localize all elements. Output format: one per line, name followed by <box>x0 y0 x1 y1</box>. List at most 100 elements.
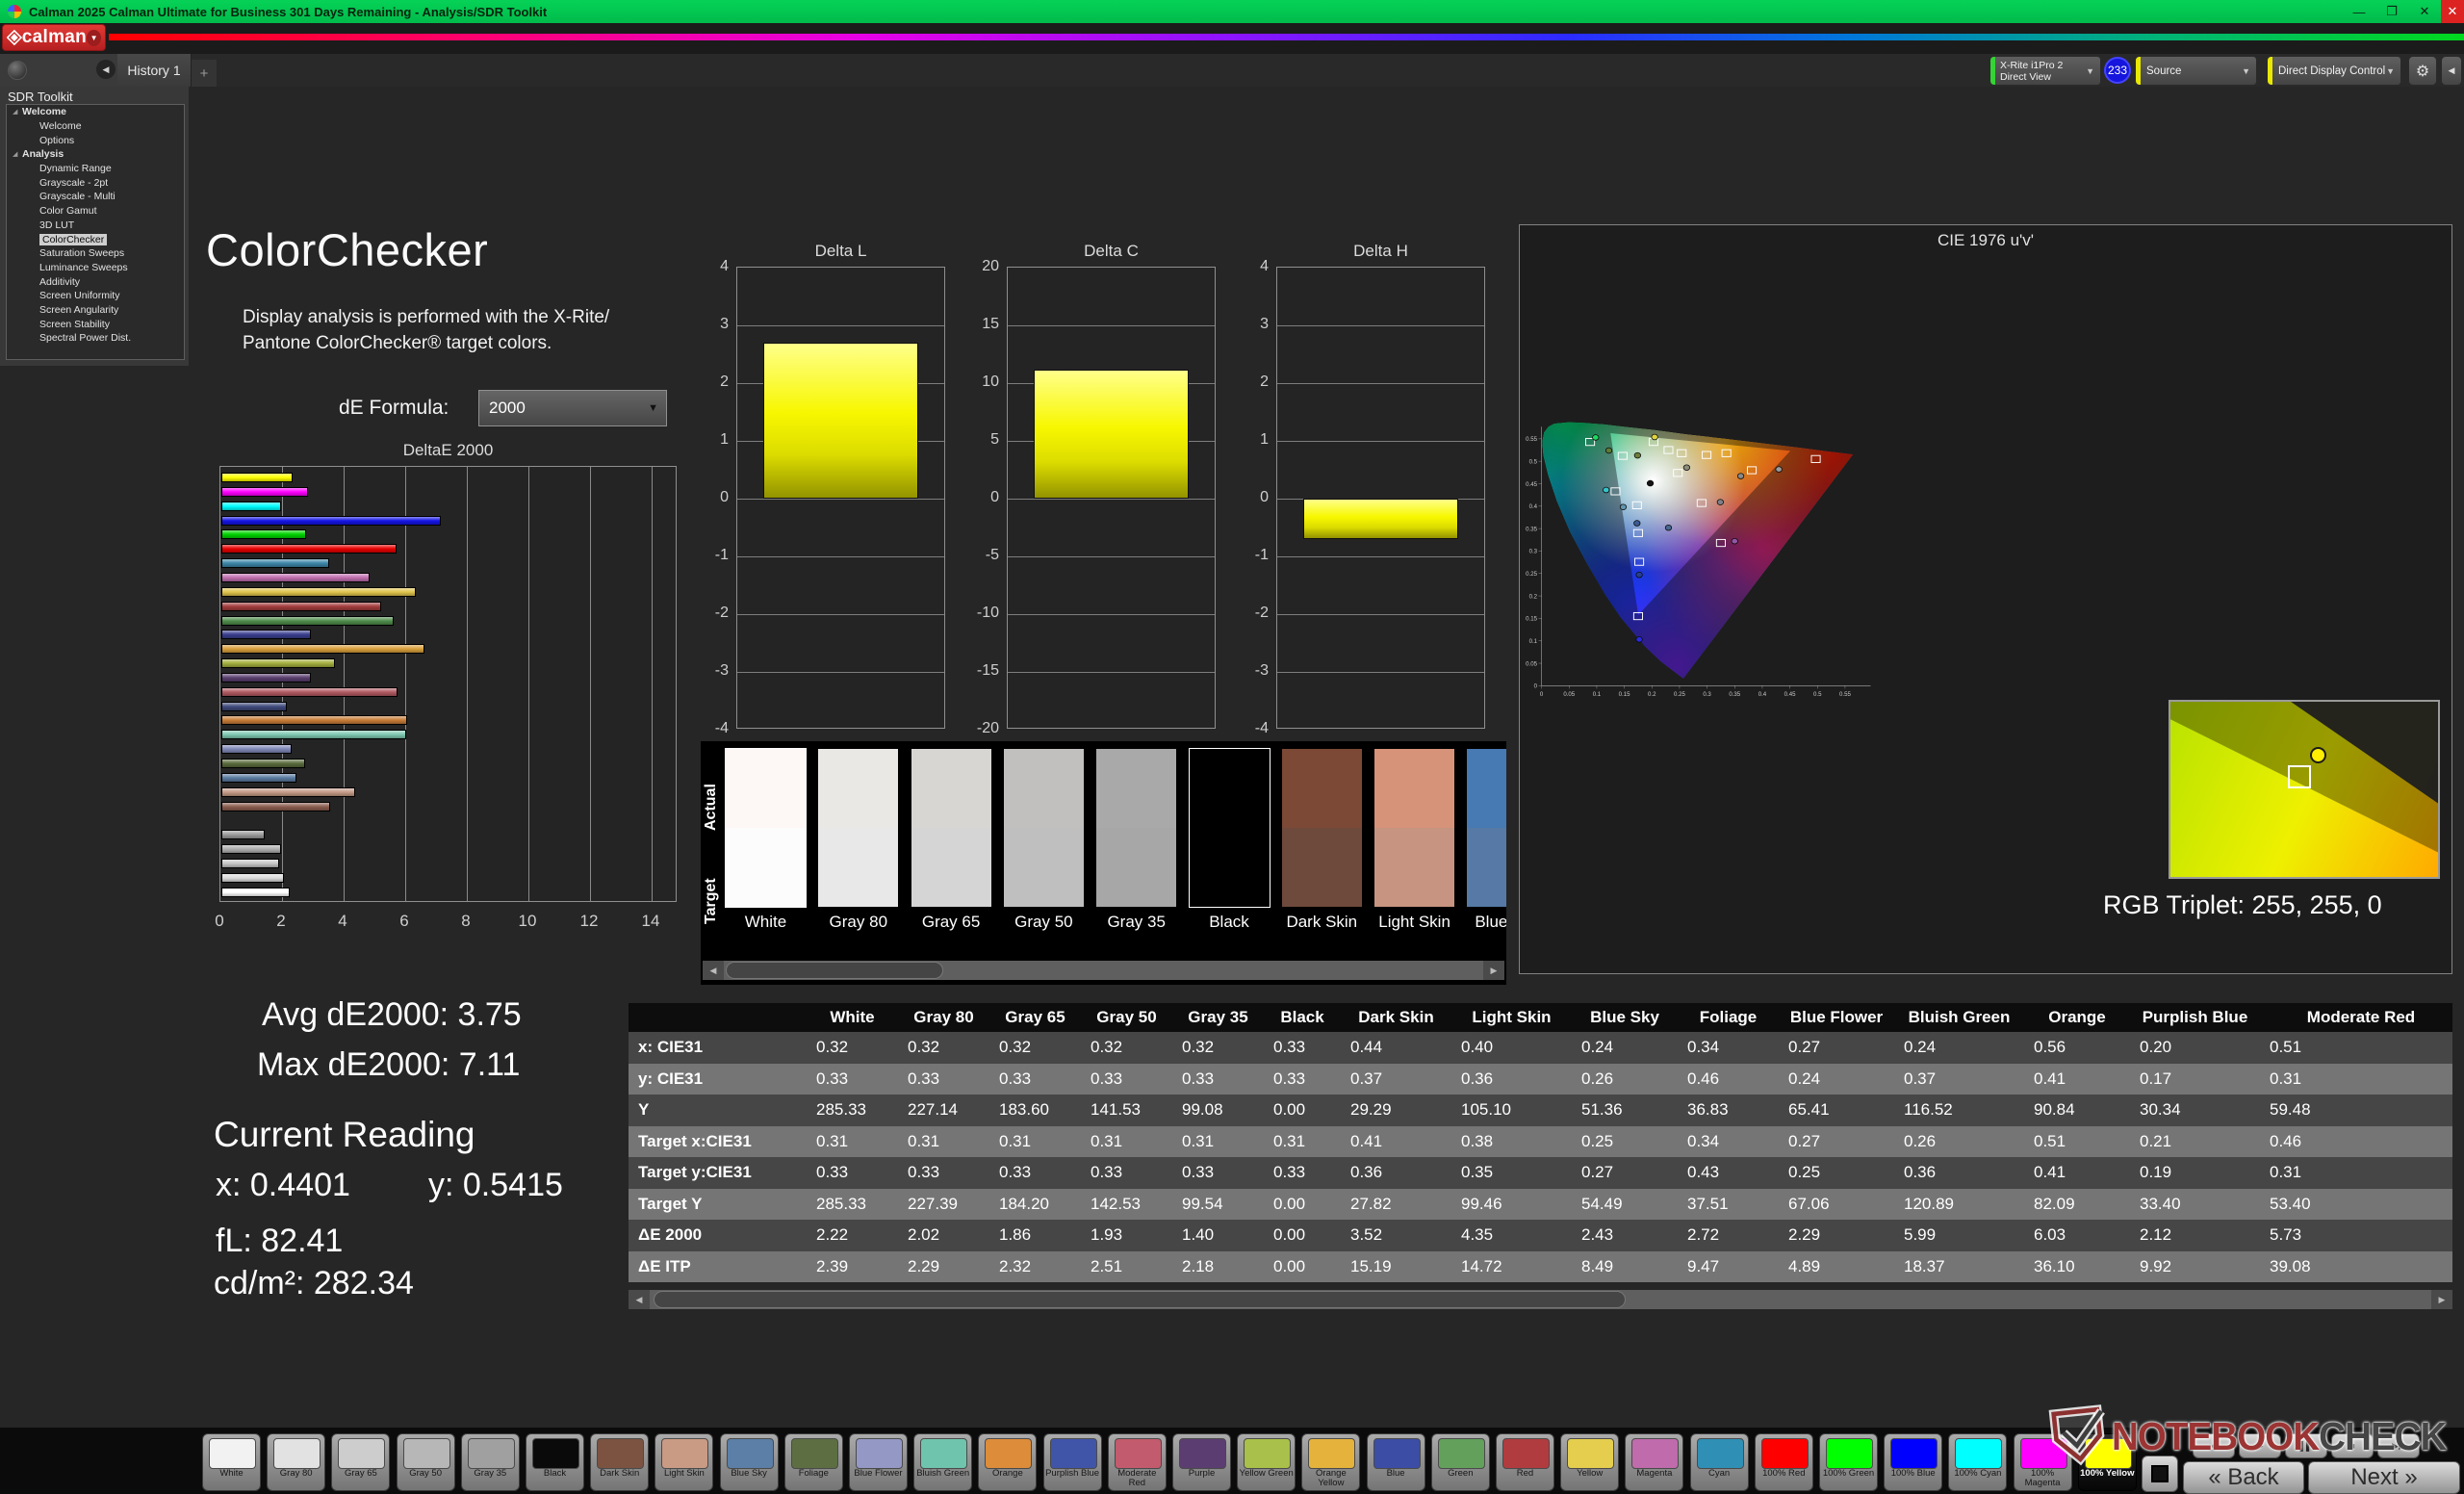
table-scroll-thumb[interactable] <box>654 1291 1626 1308</box>
patch-button-100-blue[interactable]: 100% Blue <box>1884 1433 1942 1491</box>
sidebar-item-grayscale-multi[interactable]: Grayscale - Multi <box>7 190 184 204</box>
de-formula-select[interactable]: 2000 ▼ <box>478 390 667 426</box>
tree-expand-icon: ◢ <box>13 108 22 116</box>
restore-icon[interactable]: ✕ <box>2408 4 2441 19</box>
table-cell: 0.32 <box>898 1038 989 1057</box>
compare-scroll-thumb[interactable] <box>726 962 943 979</box>
patch-button-black[interactable]: Black <box>526 1433 584 1491</box>
compare-swatch-light-skin <box>1374 749 1454 907</box>
tab-history-1[interactable]: History 1 <box>117 54 192 87</box>
patch-button-gray-35[interactable]: Gray 35 <box>461 1433 520 1491</box>
close-icon[interactable]: ✕ <box>2441 0 2464 23</box>
table-cell: 0.27 <box>1779 1132 1894 1151</box>
patch-button-100-green[interactable]: 100% Green <box>1819 1433 1878 1491</box>
patch-button-foliage[interactable]: Foliage <box>784 1433 843 1491</box>
patch-button-blue[interactable]: Blue <box>1367 1433 1425 1491</box>
meter-dropdown[interactable]: X-Rite i1Pro 2Direct View ▼ <box>1989 56 2101 86</box>
patch-button-moderate-red[interactable]: Moderate Red <box>1108 1433 1167 1491</box>
table-column-header: Orange <box>2024 1008 2130 1027</box>
patch-color-chip <box>273 1438 321 1469</box>
table-cell: 120.89 <box>1894 1195 2024 1214</box>
delta-ytick-label: 5 <box>957 431 999 449</box>
sidebar-item-screen-uniformity[interactable]: Screen Uniformity <box>7 289 184 303</box>
table-cell: 6.03 <box>2024 1225 2130 1245</box>
patch-button-white[interactable]: White <box>202 1433 261 1491</box>
sidebar-item-saturation-sweeps[interactable]: Saturation Sweeps <box>7 246 184 261</box>
patch-button-gray-80[interactable]: Gray 80 <box>267 1433 325 1491</box>
deltae-xtick-label: 14 <box>636 912 665 931</box>
meter-count-badge[interactable]: 233 <box>2104 57 2131 84</box>
panel-collapse-button[interactable]: ◀ <box>2441 56 2462 86</box>
patch-button-blue-sky[interactable]: Blue Sky <box>720 1433 779 1491</box>
patch-button-orange-yellow[interactable]: Orange Yellow <box>1301 1433 1360 1491</box>
settings-gear-button[interactable]: ⚙ <box>2408 56 2437 86</box>
patch-button-orange[interactable]: Orange <box>978 1433 1037 1491</box>
patch-button-purplish-blue[interactable]: Purplish Blue <box>1043 1433 1102 1491</box>
sidebar-item-color-gamut[interactable]: Color Gamut <box>7 204 184 219</box>
patch-button-yellow-green[interactable]: Yellow Green <box>1237 1433 1296 1491</box>
patch-button-100-red[interactable]: 100% Red <box>1755 1433 1813 1491</box>
delta-gridline <box>737 499 944 500</box>
table-row-label: Y <box>629 1100 807 1120</box>
patch-button-magenta[interactable]: Magenta <box>1625 1433 1683 1491</box>
sidebar-menu-knob[interactable] <box>8 61 27 80</box>
deltae-bar-bluish-green <box>221 730 406 739</box>
compare-swatch-label: Gray 35 <box>1096 913 1176 932</box>
delta-measured-bar <box>763 343 918 499</box>
maximize-icon[interactable]: ❐ <box>2375 4 2408 19</box>
sidebar-collapse-icon[interactable]: ◀ <box>96 60 116 79</box>
table-column-header: Gray 65 <box>989 1008 1081 1027</box>
deltae-bar-cyan <box>221 558 329 568</box>
display-control-dropdown[interactable]: Direct Display Control ▼ <box>2267 56 2401 86</box>
calman-menu-button[interactable]: calman ▼ <box>2 24 106 51</box>
sidebar-item-colorchecker[interactable]: ColorChecker <box>7 232 184 246</box>
cie-measured-marker <box>1603 487 1608 493</box>
sidebar-item-screen-angularity[interactable]: Screen Angularity <box>7 303 184 318</box>
scroll-left-icon[interactable]: ◀ <box>703 961 724 980</box>
table-cell: 0.33 <box>807 1069 898 1089</box>
patch-button-yellow[interactable]: Yellow <box>1560 1433 1619 1491</box>
sidebar-item-options[interactable]: Options <box>7 133 184 147</box>
sidebar-item-grayscale-2pt[interactable]: Grayscale - 2pt <box>7 175 184 190</box>
sidebar-item-spectral-power-dist-[interactable]: Spectral Power Dist. <box>7 331 184 346</box>
patch-button-red[interactable]: Red <box>1496 1433 1554 1491</box>
sidebar-item-luminance-sweeps[interactable]: Luminance Sweeps <box>7 261 184 275</box>
table-cell: 0.33 <box>898 1163 989 1182</box>
patch-button-blue-flower[interactable]: Blue Flower <box>849 1433 908 1491</box>
table-cell: 0.26 <box>1894 1132 2024 1151</box>
deltae-xtick-label: 2 <box>267 912 295 931</box>
table-cell: 90.84 <box>2024 1100 2130 1120</box>
table-scrollbar[interactable]: ◀ ▶ <box>629 1290 2452 1309</box>
deltae-chart-title: DeltaE 2000 <box>219 441 677 460</box>
patch-button-gray-50[interactable]: Gray 50 <box>397 1433 455 1491</box>
patch-button-dark-skin[interactable]: Dark Skin <box>590 1433 649 1491</box>
scroll-left-icon[interactable]: ◀ <box>629 1290 650 1309</box>
patch-button-light-skin[interactable]: Light Skin <box>654 1433 713 1491</box>
patch-button-gray-65[interactable]: Gray 65 <box>331 1433 390 1491</box>
patch-button-bluish-green[interactable]: Bluish Green <box>913 1433 972 1491</box>
add-tab-button[interactable]: + <box>192 60 217 87</box>
chevron-down-icon: ▼ <box>2242 66 2250 76</box>
scroll-right-icon[interactable]: ▶ <box>2431 1290 2452 1309</box>
sidebar-item-screen-stability[interactable]: Screen Stability <box>7 317 184 331</box>
deltae-bar-gray-35 <box>221 830 265 839</box>
table-cell: 18.37 <box>1894 1257 2024 1276</box>
sidebar-item-additivity[interactable]: Additivity <box>7 274 184 289</box>
table-cell: 37.51 <box>1678 1195 1779 1214</box>
source-dropdown[interactable]: Source ▼ <box>2135 56 2257 86</box>
patch-button-100-cyan[interactable]: 100% Cyan <box>1948 1433 2007 1491</box>
patch-button-cyan[interactable]: Cyan <box>1690 1433 1749 1491</box>
sidebar-item-dynamic-range[interactable]: Dynamic Range <box>7 162 184 176</box>
patch-button-green[interactable]: Green <box>1431 1433 1490 1491</box>
avg-de2000: Avg dE2000: 3.75 <box>262 996 522 1034</box>
patch-button-purple[interactable]: Purple <box>1172 1433 1231 1491</box>
delta-ytick-label: 2 <box>686 374 729 391</box>
scroll-right-icon[interactable]: ▶ <box>1483 961 1504 980</box>
deltae-bar-100-magenta <box>221 487 308 497</box>
minimize-icon[interactable]: — <box>2343 5 2375 19</box>
sidebar-item-welcome[interactable]: ◢Welcome <box>7 105 184 119</box>
logo-dropdown-icon[interactable]: ▼ <box>87 30 101 46</box>
sidebar-item-3d-lut[interactable]: 3D LUT <box>7 219 184 233</box>
sidebar-item-analysis[interactable]: ◢Analysis <box>7 147 184 162</box>
sidebar-item-welcome[interactable]: Welcome <box>7 119 184 134</box>
